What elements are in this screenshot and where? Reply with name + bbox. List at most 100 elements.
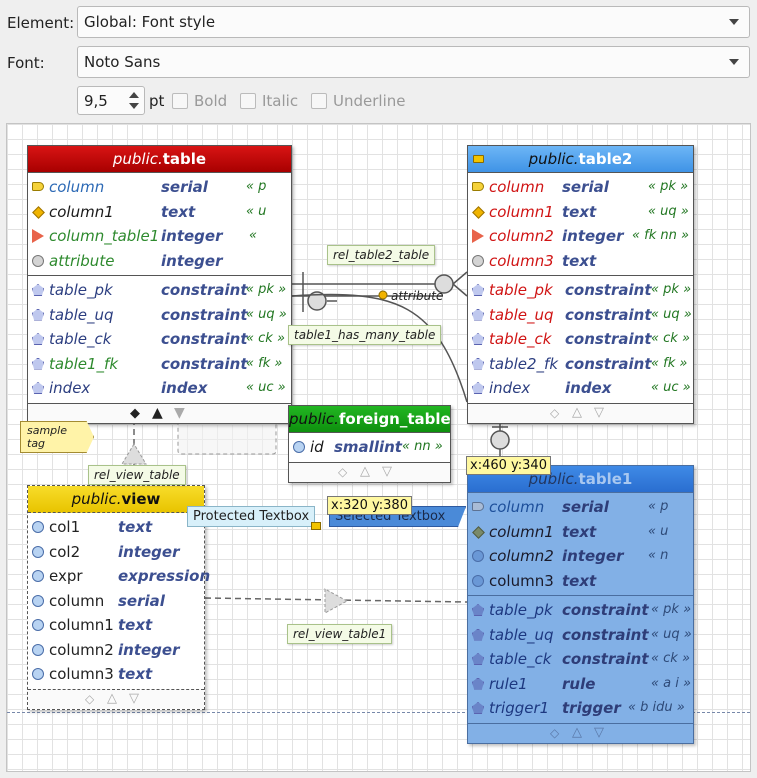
constraint-flags: « fk » — [246, 355, 283, 371]
constraint-row[interactable]: table_ck constraint « ck » — [468, 647, 693, 672]
column-row[interactable]: column3 text — [468, 249, 693, 274]
column-row[interactable]: column2 integer « n — [468, 544, 693, 569]
collapse-diamond-icon[interactable]: ◇ — [85, 692, 94, 706]
table-footer: ◆ ▲ ▼ — [28, 402, 291, 423]
column-type: integer — [562, 227, 624, 245]
relationship-label[interactable]: table1_has_many_table — [288, 325, 442, 345]
column-row[interactable]: column1 text — [28, 613, 204, 638]
chevron-down-icon[interactable] — [729, 59, 739, 65]
expand-triangle-icon[interactable]: ▽ — [594, 725, 604, 740]
column-name: attribute — [49, 251, 115, 270]
collapse-diamond-icon[interactable]: ◇ — [338, 465, 347, 479]
columns-section: column serial « pk » column1 text « uq »… — [468, 173, 693, 275]
expand-triangle-icon[interactable]: ▽ — [382, 464, 392, 479]
column-row[interactable]: column3 text — [28, 662, 204, 687]
column-row[interactable]: col2 integer — [28, 540, 204, 565]
constraint-row[interactable]: table_ck constraint « ck » — [28, 327, 291, 352]
underline-checkbox[interactable]: Underline — [311, 91, 405, 111]
collapse-triangle-icon[interactable]: ▲ — [152, 405, 163, 421]
spin-up-icon[interactable] — [129, 92, 139, 98]
table2-table[interactable]: public.table2 column serial « pk » colum… — [467, 145, 694, 424]
attribute-label: attribute — [391, 289, 444, 303]
view-table[interactable]: public.view col1 text col2 integer expr … — [27, 485, 210, 710]
column-row[interactable]: column serial « p — [28, 175, 291, 200]
column-type: text — [118, 665, 153, 683]
columns-section: id smallint « nn » — [289, 433, 450, 462]
column-row[interactable]: column1 text « u — [468, 520, 693, 545]
collapse-diamond-icon[interactable]: ◆ — [130, 406, 140, 421]
constraint-row[interactable]: table_pk constraint « pk » — [468, 278, 693, 303]
column-row[interactable]: column serial « pk » — [468, 175, 693, 200]
constraint-row[interactable]: table2_fk constraint « fk » — [468, 352, 693, 377]
constraint-flags: « b idu » — [628, 700, 685, 715]
bold-checkbox[interactable]: Bold — [172, 91, 227, 111]
column-row[interactable]: id smallint « nn » — [289, 435, 450, 460]
column-row[interactable]: column1 text « uq » — [468, 200, 693, 225]
column-name: column — [49, 178, 105, 196]
constraint-row[interactable]: index index « uc » — [468, 376, 693, 401]
column-row[interactable]: column2 integer « fk nn » — [468, 224, 693, 249]
column-row[interactable]: col1 text — [28, 515, 204, 540]
constraint-row[interactable]: table_uq constraint « uq » — [468, 623, 693, 648]
diagram-canvas[interactable]: public.table column serial « p column1 t… — [6, 123, 751, 772]
constraint-row[interactable]: table_uq constraint « uq » — [468, 303, 693, 328]
column-row[interactable]: column serial « p — [468, 495, 693, 520]
collapse-diamond-icon[interactable]: ◇ — [550, 726, 559, 740]
lock-icon — [473, 155, 484, 163]
chevron-down-icon[interactable] — [729, 19, 739, 25]
collapse-triangle-icon[interactable]: △ — [572, 405, 582, 420]
constraint-row[interactable]: index index « uc » — [28, 376, 291, 401]
font-select[interactable]: Noto Sans — [77, 46, 750, 78]
foreign-table[interactable]: public.foreign_table id smallint « nn » … — [288, 405, 451, 483]
protected-textbox[interactable]: Protected Textbox — [187, 506, 316, 527]
foreign-table-header[interactable]: public.foreign_table — [289, 406, 451, 433]
table1-table[interactable]: public.table1 column serial « p column1 … — [467, 465, 694, 744]
column-row[interactable]: expr expression — [28, 564, 210, 589]
table-footer: ◇ △ ▽ — [468, 402, 693, 423]
collapse-triangle-icon[interactable]: △ — [360, 464, 370, 479]
collapse-triangle-icon[interactable]: △ — [572, 725, 582, 740]
constraint-icon — [32, 284, 44, 296]
view-header[interactable]: public.view — [28, 486, 204, 513]
sample-tag[interactable]: sample tag — [20, 421, 94, 453]
column-row[interactable]: column3 text — [468, 569, 693, 594]
checkbox-icon[interactable] — [172, 93, 188, 109]
expand-triangle-icon[interactable]: ▽ — [594, 405, 604, 420]
constraint-row[interactable]: table1_fk constraint « fk » — [28, 352, 291, 377]
index-icon — [32, 382, 44, 394]
relationship-label[interactable]: rel_view_table — [88, 465, 186, 485]
column-row[interactable]: column_table1 integer « — [28, 224, 291, 249]
element-select[interactable]: Global: Font style — [77, 6, 750, 38]
expand-triangle-icon[interactable]: ▽ — [129, 691, 139, 706]
checkbox-icon[interactable] — [311, 93, 327, 109]
column-type: text — [562, 202, 597, 221]
collapse-triangle-icon[interactable]: △ — [107, 691, 117, 706]
column-row[interactable]: column1 text « u — [28, 200, 291, 225]
constraint-row[interactable]: trigger1 trigger « b idu » — [468, 696, 693, 721]
table-header[interactable]: public.table — [28, 146, 291, 173]
collapse-diamond-icon[interactable]: ◇ — [550, 406, 559, 420]
column-row[interactable]: attribute integer — [28, 249, 291, 274]
constraints-section: table_pk constraint « pk » table_uq cons… — [468, 275, 693, 403]
font-size-spinbox[interactable]: 9,5 — [77, 86, 145, 115]
constraint-flags: « ck » — [651, 331, 690, 346]
column-name: column_table1 — [49, 227, 160, 245]
constraint-row[interactable]: table_pk constraint « pk » — [28, 278, 291, 303]
column-name: column1 — [489, 522, 554, 541]
table2-header[interactable]: public.table2 — [468, 146, 693, 173]
italic-checkbox[interactable]: Italic — [240, 91, 298, 111]
relationship-label[interactable]: rel_table2_table — [327, 245, 436, 265]
spin-down-icon[interactable] — [129, 103, 139, 109]
constraint-row[interactable]: table_ck constraint « ck » — [468, 327, 693, 352]
constraint-row[interactable]: rule1 rule « a i » — [468, 672, 693, 697]
relationship-label[interactable]: rel_view_table1 — [287, 624, 393, 644]
table-table[interactable]: public.table column serial « p column1 t… — [27, 145, 292, 424]
arrow-right-icon — [472, 229, 484, 243]
circle-icon — [32, 521, 44, 533]
constraint-row[interactable]: table_uq constraint « uq » — [28, 303, 291, 328]
checkbox-icon[interactable] — [240, 93, 256, 109]
column-row[interactable]: column serial — [28, 589, 204, 614]
constraint-row[interactable]: table_pk constraint « pk » — [468, 598, 693, 623]
expand-triangle-icon[interactable]: ▼ — [174, 405, 185, 421]
column-row[interactable]: column2 integer — [28, 638, 204, 663]
